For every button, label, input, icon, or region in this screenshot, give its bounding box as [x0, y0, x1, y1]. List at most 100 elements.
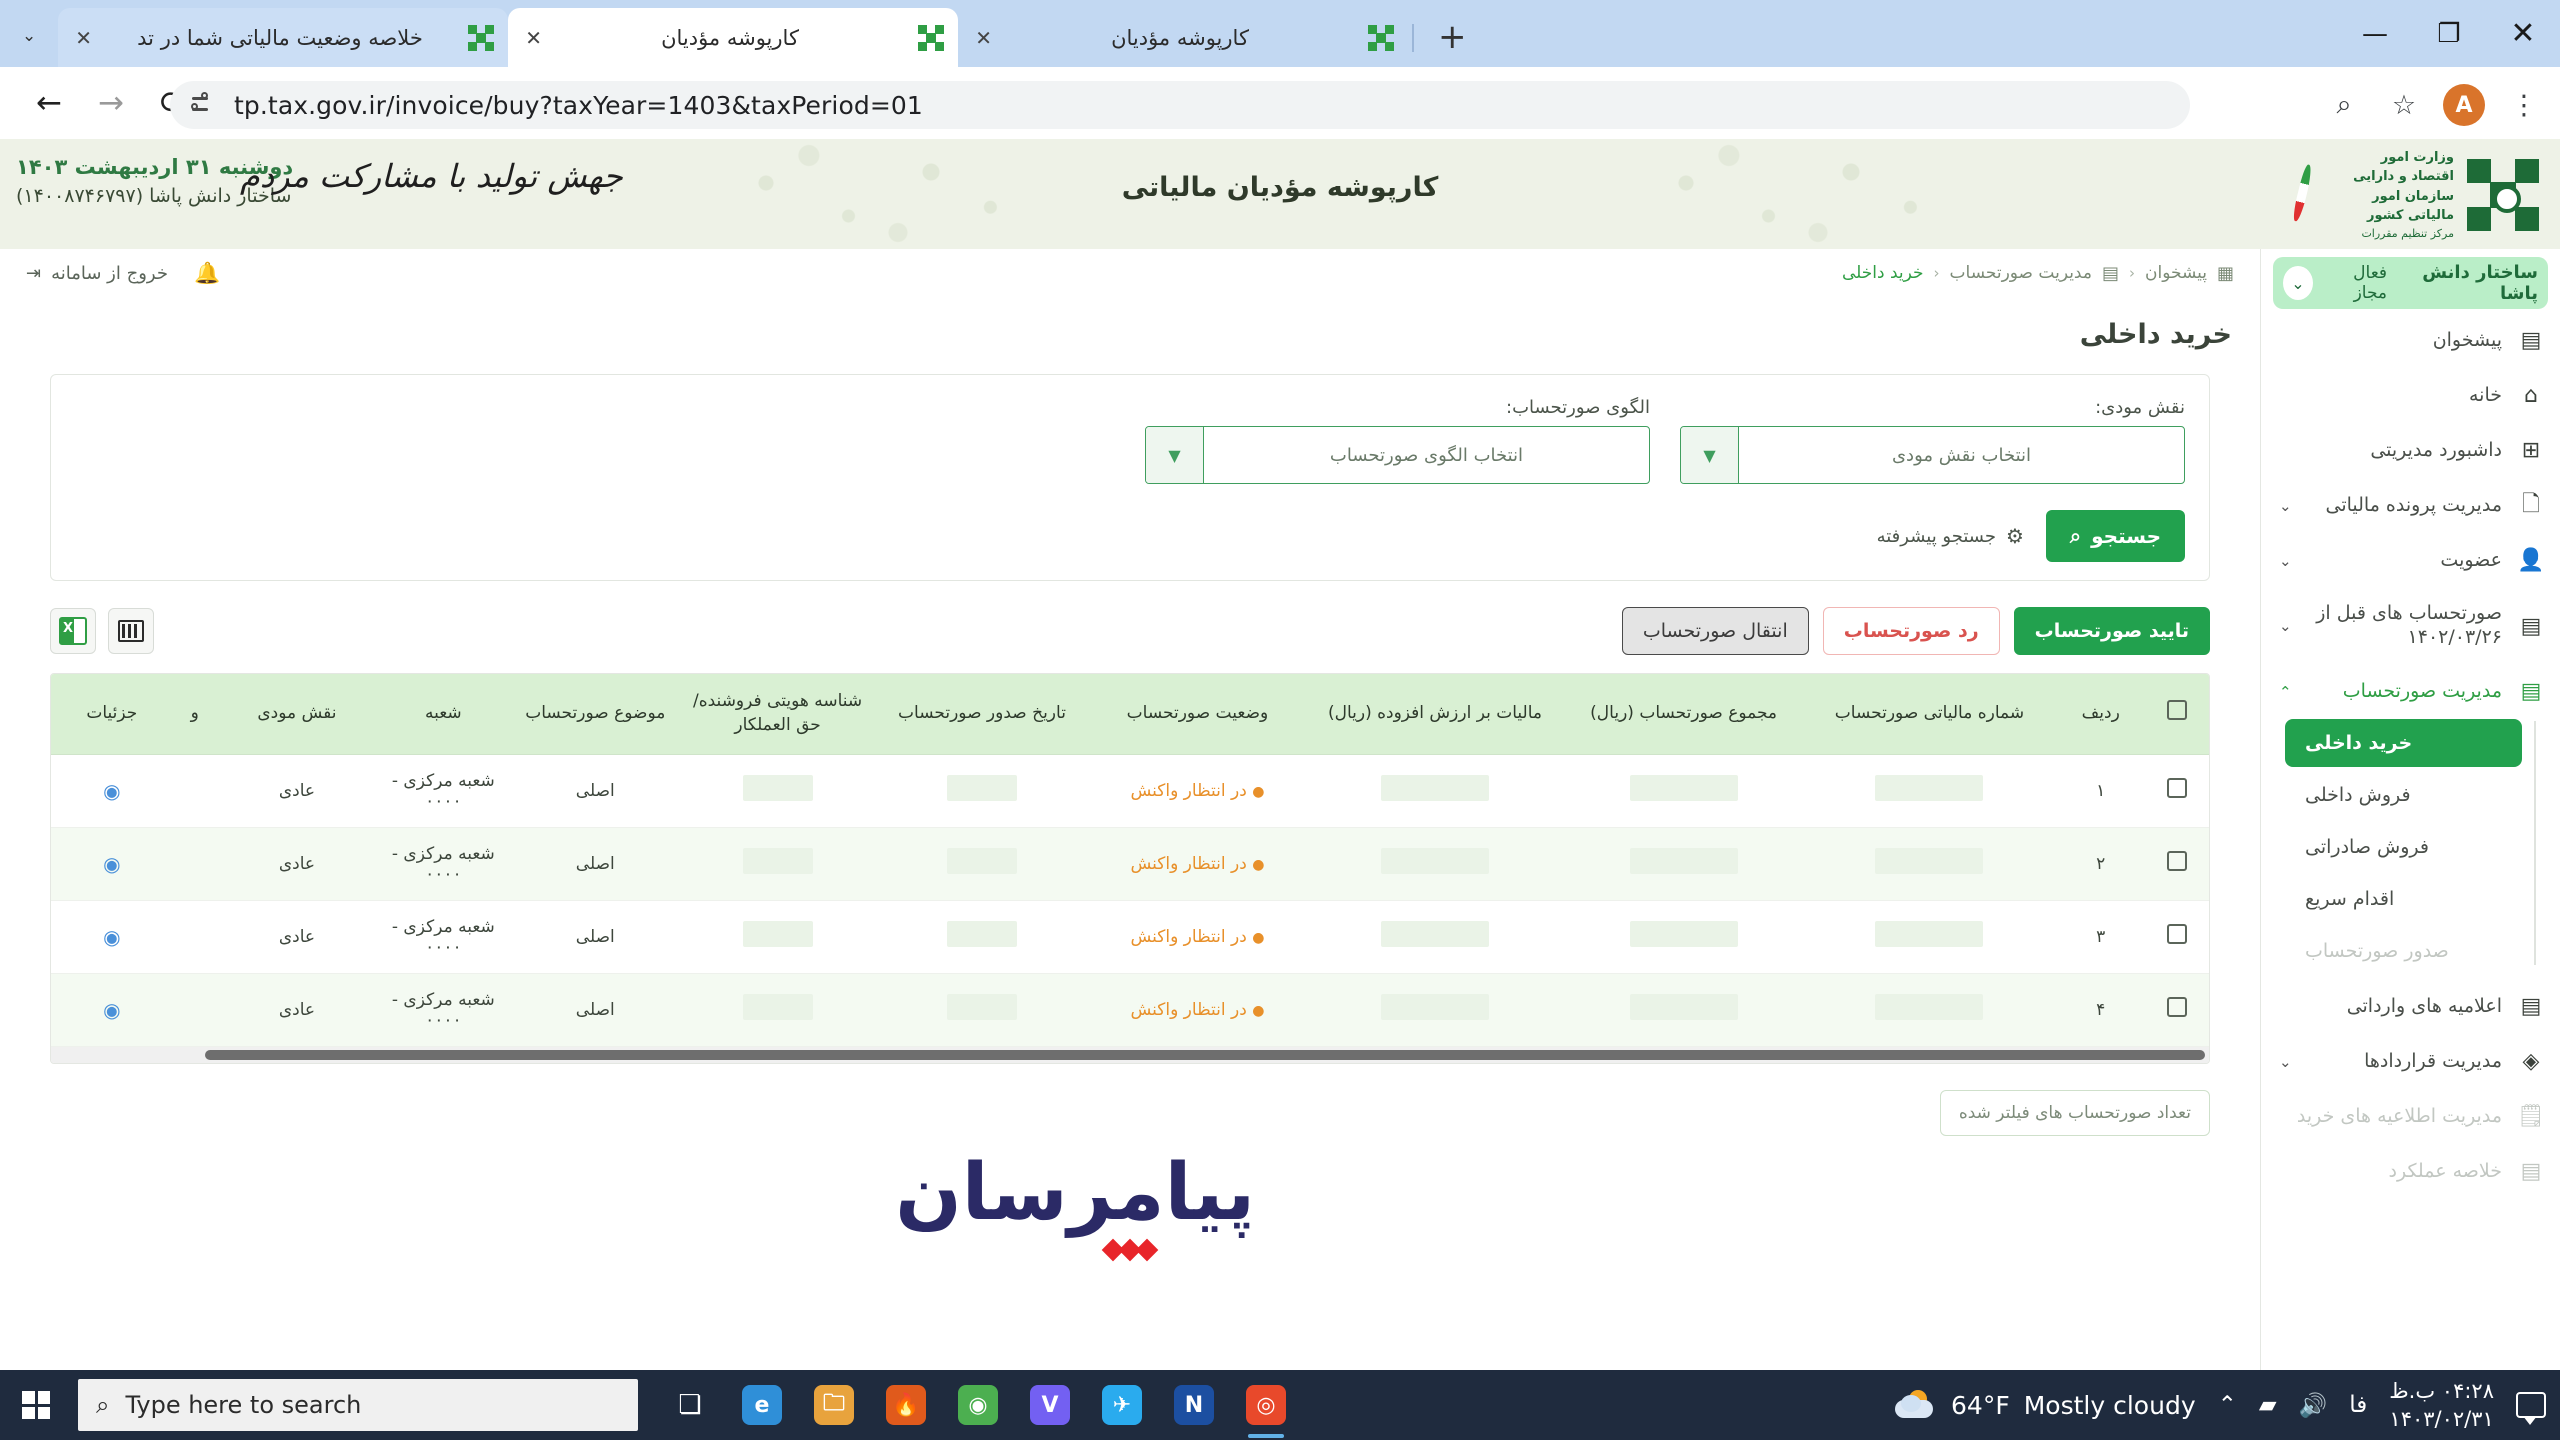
cell-details[interactable]: ◉: [51, 973, 173, 1047]
bell-icon[interactable]: 🔔: [194, 261, 220, 286]
taskbar-search-box[interactable]: ⌕ Type here to search: [78, 1379, 638, 1431]
taskbar-app-file-explorer[interactable]: 🗀: [804, 1370, 864, 1440]
excel-export-icon[interactable]: X: [50, 608, 96, 654]
taskbar-app-chrome[interactable]: ◉: [948, 1370, 1008, 1440]
row-checkbox[interactable]: [2166, 924, 2187, 945]
row-checkbox[interactable]: [2166, 778, 2187, 799]
sidebar-item-old-invoices[interactable]: ▤ صورتحساب های قبل از ۱۴۰۲/۰۳/۲۶ ⌄: [2261, 588, 2560, 664]
tray-expand-icon[interactable]: ⌃: [2218, 1392, 2237, 1418]
window-close-button[interactable]: ✕: [2486, 0, 2560, 67]
cell-tax-number: [1802, 827, 2057, 901]
sidebar-item-membership[interactable]: 👤 عضویت ⌄: [2261, 533, 2560, 588]
chevron-down-icon[interactable]: ⌄: [2283, 266, 2313, 300]
taskbar-app-telegram[interactable]: ✈: [1092, 1370, 1152, 1440]
transfer-invoice-button[interactable]: انتقال صورتحساب: [1621, 607, 1809, 655]
sidebar-item-management-dashboard[interactable]: ⊞ داشبورد مدیریتی: [2261, 423, 2560, 478]
breadcrumb-item-invoice-management[interactable]: مدیریت صورتحساب: [1950, 263, 2092, 283]
address-bar[interactable]: tp.tax.gov.ir/invoice/buy?taxYear=1403&t…: [170, 81, 2190, 129]
back-button[interactable]: ←: [18, 72, 80, 134]
cell-details[interactable]: ◉: [51, 900, 173, 974]
tab-list-dropdown-icon[interactable]: ⌄: [22, 26, 36, 46]
eye-icon[interactable]: ◉: [103, 925, 120, 949]
taskbar-app-notion[interactable]: N: [1164, 1370, 1224, 1440]
taskbar-app-flame[interactable]: 🔥: [876, 1370, 936, 1440]
chevron-down-icon[interactable]: ⌄: [2279, 1053, 2292, 1071]
sidebar-subitem-quick-action[interactable]: اقدام سریع: [2285, 875, 2522, 923]
sidebar-subitem-export-sale[interactable]: فروش صادراتی: [2285, 823, 2522, 871]
row-checkbox-cell[interactable]: [2144, 973, 2209, 1047]
sidebar-item-contract-management[interactable]: ◈ مدیریت قراردادها ⌄: [2261, 1034, 2560, 1089]
taskbar-app-chrome-active[interactable]: ◎: [1236, 1370, 1296, 1440]
site-settings-icon[interactable]: [188, 90, 218, 120]
invoice-pattern-select[interactable]: ▼ انتخاب الگوی صورتحساب: [1145, 426, 1650, 484]
sidebar-item-invoice-management[interactable]: ▤ مدیریت صورتحساب ⌃: [2261, 664, 2560, 719]
row-checkbox-cell[interactable]: [2144, 827, 2209, 901]
window-maximize-button[interactable]: ❐: [2412, 0, 2486, 67]
cell-details[interactable]: ◉: [51, 827, 173, 901]
sidebar-item-dashboard-peshkhan[interactable]: ▤ پیشخوان: [2261, 313, 2560, 368]
taxpayer-role-select[interactable]: ▼ انتخاب نقش مودی: [1680, 426, 2185, 484]
new-tab-button[interactable]: +: [1438, 20, 1467, 54]
sidebar-subitem-domestic-sale[interactable]: فروش داخلی: [2285, 771, 2522, 819]
cell-details[interactable]: ◉: [51, 754, 173, 828]
chevron-down-icon[interactable]: ▼: [1146, 427, 1204, 483]
browser-tab-3[interactable]: کارپوشه مؤدیان ✕: [958, 8, 1408, 67]
filtered-invoice-count-button[interactable]: تعداد صورتحساب های فیلتر شده: [1939, 1089, 2210, 1136]
profile-avatar[interactable]: A: [2438, 79, 2490, 131]
bookmark-star-icon[interactable]: ☆: [2378, 79, 2430, 131]
wifi-icon[interactable]: ▰: [2259, 1392, 2277, 1418]
page-zoom-icon[interactable]: ⌕: [2318, 79, 2370, 131]
row-checkbox-cell[interactable]: [2144, 900, 2209, 974]
logout-button[interactable]: خروج از سامانه ⇥: [26, 263, 168, 284]
taskbar-clock[interactable]: ۰۴:۲۸ ب.ظ ۱۴۰۳/۰۲/۳۱: [2389, 1377, 2494, 1434]
masked-value: [742, 775, 813, 802]
search-button[interactable]: جستجو ⌕: [2045, 510, 2185, 562]
select-all-header[interactable]: [2144, 674, 2209, 755]
row-checkbox[interactable]: [2166, 851, 2187, 872]
table-row[interactable]: ۴ ● در انتظار واکنش اصلی شعبه مرکزی - ۰۰…: [51, 973, 2209, 1047]
status-dot-icon: ●: [1252, 856, 1265, 873]
row-checkbox-cell[interactable]: [2144, 754, 2209, 828]
language-indicator[interactable]: فا: [2349, 1392, 2367, 1418]
browser-tab-2[interactable]: کارپوشه مؤدیان ✕: [508, 8, 958, 67]
window-minimize-button[interactable]: —: [2338, 0, 2412, 67]
chevron-down-icon[interactable]: ⌄: [2279, 552, 2292, 570]
chevron-down-icon[interactable]: ▼: [1681, 427, 1739, 483]
table-row[interactable]: ۳ ● در انتظار واکنش اصلی شعبه مرکزی - ۰۰…: [51, 900, 2209, 974]
sidebar-item-home[interactable]: ⌂ خانه: [2261, 368, 2560, 423]
browser-tab-1[interactable]: خلاصه وضعیت مالیاتی شما در تد ✕: [58, 8, 508, 67]
forward-button[interactable]: →: [80, 72, 142, 134]
scrollbar-thumb[interactable]: [205, 1049, 2205, 1060]
breadcrumb-item-dashboard[interactable]: پیشخوان: [2145, 263, 2207, 283]
eye-icon[interactable]: ◉: [103, 852, 120, 876]
sidebar-user-card[interactable]: ساختار دانش پاشا فعال مجاز ⌄: [2273, 257, 2548, 309]
volume-icon[interactable]: 🔊: [2299, 1392, 2328, 1419]
select-all-checkbox[interactable]: [2166, 699, 2187, 720]
table-horizontal-scrollbar[interactable]: [51, 1046, 2209, 1063]
confirm-invoice-button[interactable]: تایید صورتحساب: [2013, 607, 2210, 655]
eye-icon[interactable]: ◉: [103, 998, 120, 1022]
taskbar-app-edge[interactable]: e: [732, 1370, 792, 1440]
task-view-button[interactable]: ❏: [660, 1370, 720, 1440]
table-row[interactable]: ۱ ● در انتظار واکنش اصلی شعبه مرکزی - ۰۰…: [51, 754, 2209, 828]
row-checkbox[interactable]: [2166, 997, 2187, 1018]
start-button[interactable]: [0, 1370, 72, 1440]
tab-close-icon[interactable]: ✕: [972, 26, 992, 50]
chevron-up-icon[interactable]: ⌃: [2279, 683, 2292, 701]
eye-icon[interactable]: ◉: [103, 779, 120, 803]
chevron-down-icon[interactable]: ⌄: [2279, 497, 2292, 515]
weather-widget[interactable]: 64°F Mostly cloudy: [1895, 1390, 2196, 1420]
chevron-down-icon[interactable]: ⌄: [2279, 617, 2292, 635]
table-row[interactable]: ۲ ● در انتظار واکنش اصلی شعبه مرکزی - ۰۰…: [51, 827, 2209, 901]
sidebar-subitem-domestic-purchase[interactable]: خرید داخلی: [2285, 719, 2522, 767]
advanced-search-link[interactable]: ⚙ جستجو پیشرفته: [1877, 524, 2024, 548]
columns-icon[interactable]: [108, 608, 154, 654]
notification-icon[interactable]: [2516, 1392, 2546, 1425]
tab-close-icon[interactable]: ✕: [522, 26, 542, 50]
sidebar-item-import-notices[interactable]: ▤ اعلامیه های وارداتی: [2261, 979, 2560, 1034]
tab-close-icon[interactable]: ✕: [72, 26, 92, 50]
sidebar-item-tax-file-management[interactable]: 🗋 مدیریت پرونده مالیاتی ⌄: [2261, 478, 2560, 533]
taskbar-app-viber[interactable]: V: [1020, 1370, 1080, 1440]
reject-invoice-button[interactable]: رد صورتحساب: [1822, 607, 2000, 655]
chrome-menu-icon[interactable]: ⋮: [2498, 79, 2550, 131]
